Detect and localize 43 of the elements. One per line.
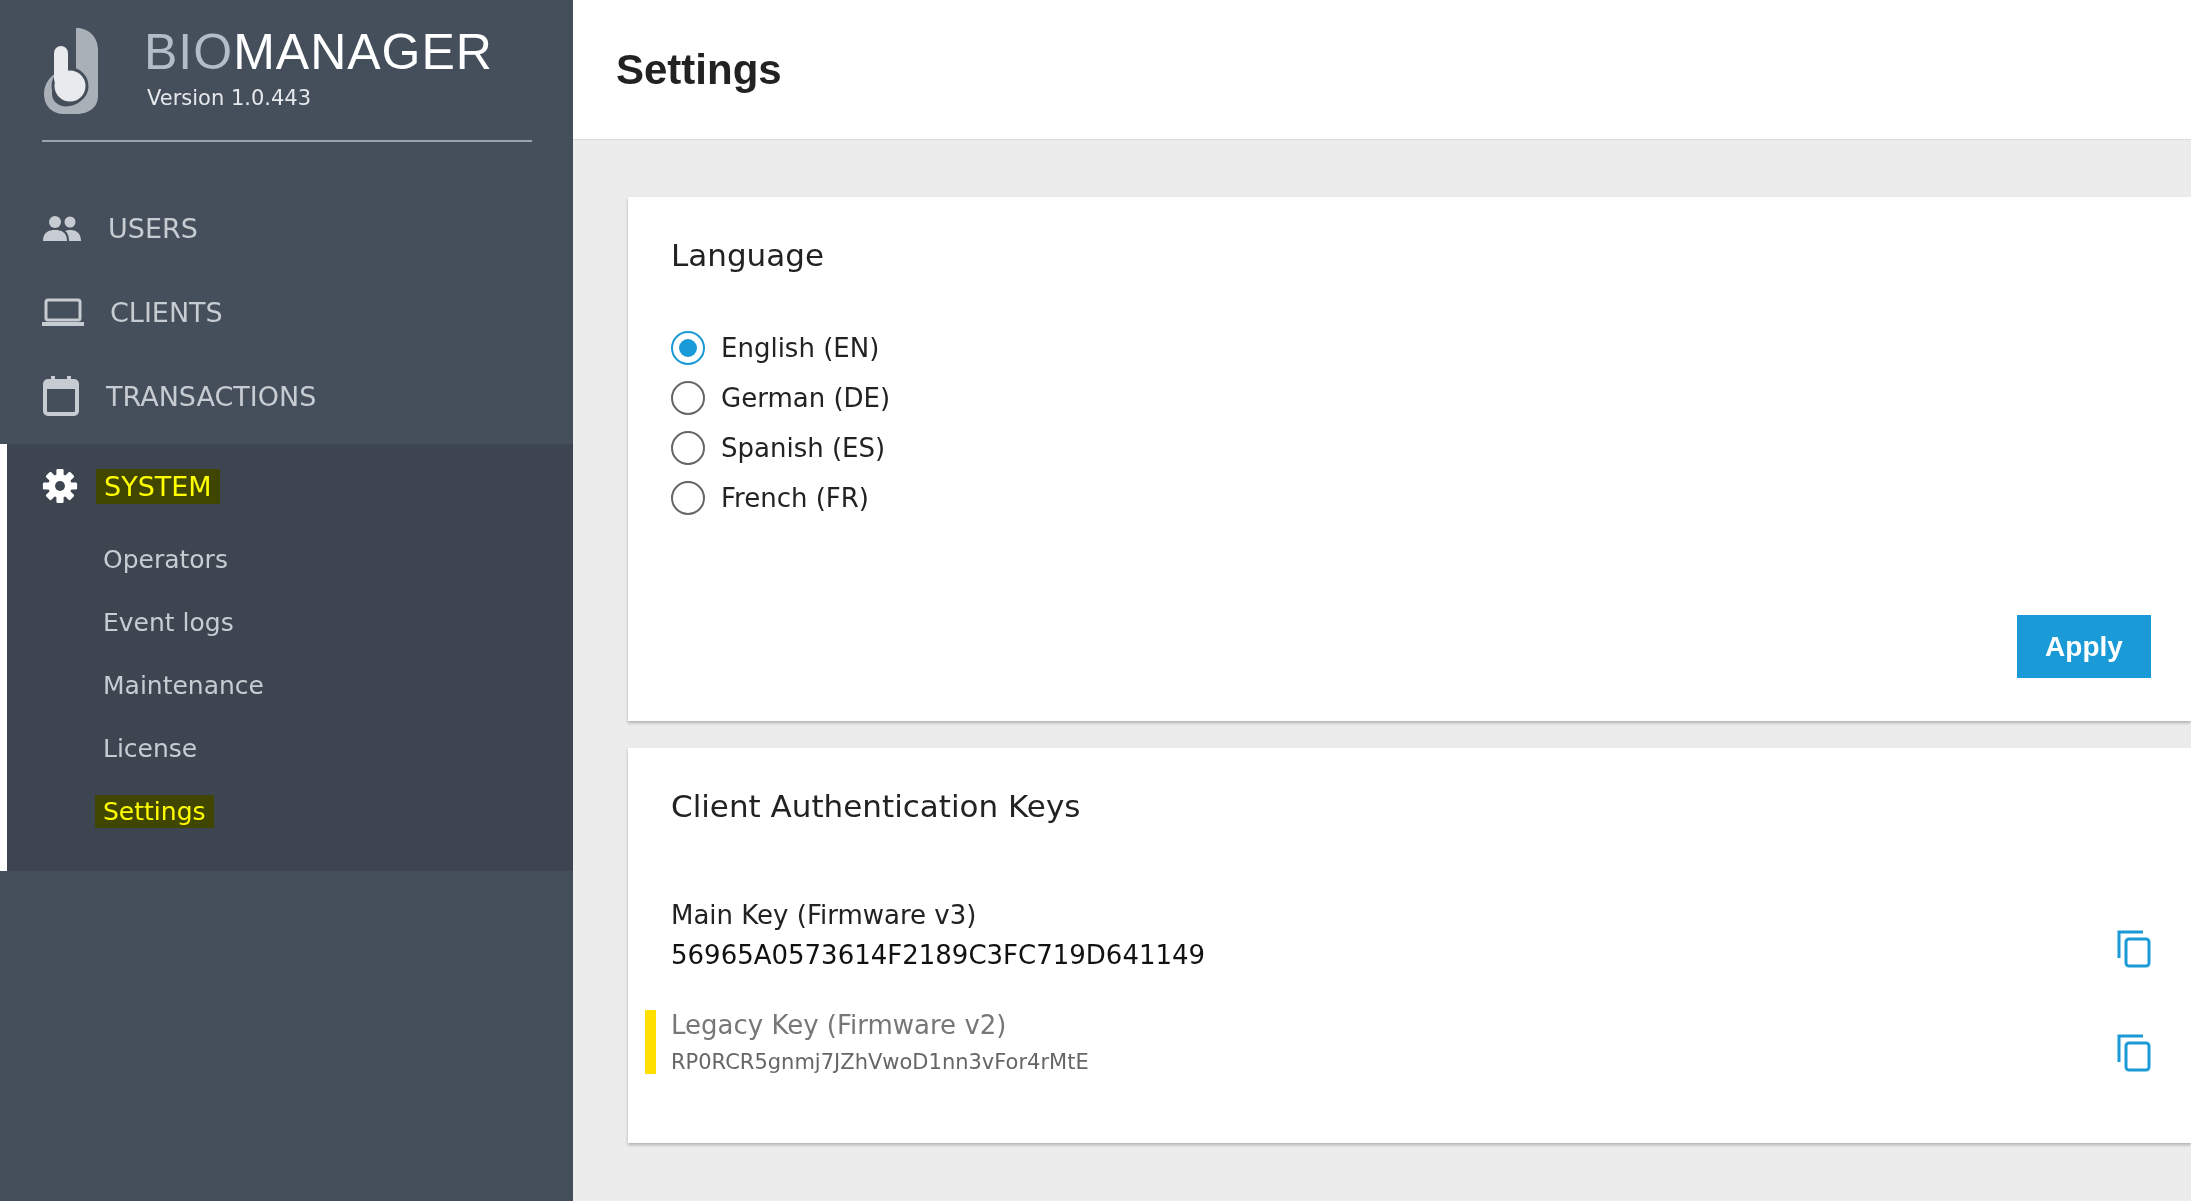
radio-option[interactable]: German (DE) (671, 381, 891, 415)
nav-label: Settings (95, 795, 214, 828)
nav-label: CLIENTS (109, 295, 224, 330)
version-text: Version 1.0.443 (147, 86, 313, 110)
key-label: Main Key (Firmware v3) (671, 900, 978, 930)
card-title: Language (671, 237, 825, 273)
nav-label: SYSTEM (96, 468, 220, 504)
laptop-icon (42, 298, 84, 326)
copy-icon[interactable] (2117, 930, 2151, 968)
nav-item[interactable]: USERS (0, 186, 573, 270)
nav-label: License (102, 733, 199, 765)
nav-subitem[interactable]: Settings (7, 780, 573, 843)
nav-label: Operators (102, 544, 229, 576)
brand-name: BIOMANAGER (144, 26, 493, 78)
key-value: 56965A0573614F2189C3FC719D641149 (671, 940, 1207, 970)
logo-icon (42, 26, 100, 116)
apply-button[interactable]: Apply (2017, 615, 2151, 678)
nav-label: Maintenance (102, 670, 265, 702)
nav-subitem[interactable]: Maintenance (7, 654, 573, 717)
page-title: Settings (616, 45, 782, 94)
people-icon (42, 215, 82, 241)
radio-button[interactable] (671, 331, 705, 365)
nav-item[interactable]: SYSTEM (7, 444, 573, 528)
nav-item[interactable]: TRANSACTIONS (0, 354, 573, 438)
radio-option[interactable]: French (FR) (671, 481, 869, 515)
radio-option[interactable]: Spanish (ES) (671, 431, 886, 465)
nav-subitem[interactable]: Operators (7, 528, 573, 591)
nav-subitem[interactable]: Event logs (7, 591, 573, 654)
nav-label: TRANSACTIONS (105, 379, 318, 414)
nav-subitem[interactable]: License (7, 717, 573, 780)
radio-option[interactable]: English (EN) (671, 331, 880, 365)
nav-item[interactable]: CLIENTS (0, 270, 573, 354)
copy-icon[interactable] (2117, 1034, 2151, 1072)
gear-icon (42, 468, 78, 504)
calendar-icon (42, 376, 80, 416)
card-title: Client Authentication Keys (671, 788, 1082, 824)
nav-label: Event logs (102, 607, 235, 639)
key-label: Legacy Key (Firmware v2) (671, 1010, 1008, 1040)
nav-label: USERS (107, 211, 199, 246)
radio-button[interactable] (671, 481, 705, 515)
radio-button[interactable] (671, 381, 705, 415)
key-value: RP0RCR5gnmj7JZhVwoD1nn3vFor4rMtE (671, 1050, 1090, 1074)
radio-button[interactable] (671, 431, 705, 465)
